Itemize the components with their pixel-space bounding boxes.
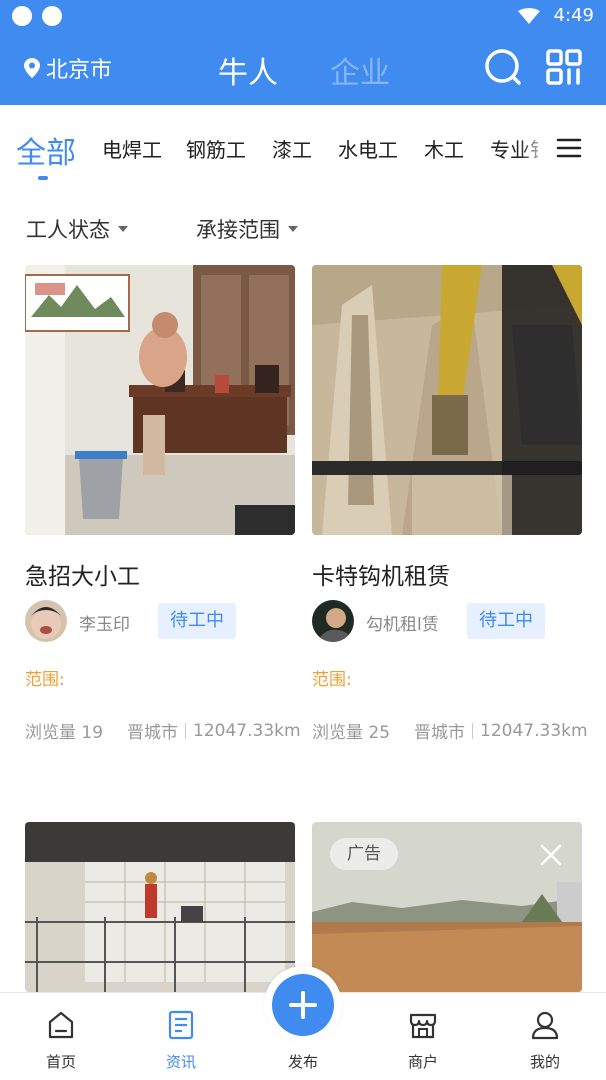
publish-button[interactable]: [272, 974, 334, 1036]
user-name: 勾机租l赁: [366, 615, 439, 635]
worker-status-filter-label: 工人状态: [26, 218, 110, 242]
ad-tag: 广告: [330, 838, 398, 870]
worker-card[interactable]: 卡特钩机租赁 勾机租l赁 待工中 范围: 浏览量 25 晋城市 12047.33…: [312, 265, 588, 745]
user-icon: [531, 1011, 559, 1040]
nav-home-label: 首页: [45, 1053, 76, 1071]
card-meta: 浏览量 25 晋城市 12047.33km: [312, 718, 588, 744]
status-time: 4:49: [553, 5, 594, 26]
status-bar: 4:49: [0, 0, 606, 32]
nav-profile[interactable]: 我的: [500, 993, 590, 1080]
news-icon: [168, 1010, 194, 1040]
card-title: 急招大小工: [25, 564, 140, 590]
view-count: 浏览量 19: [25, 723, 104, 743]
category-menu-icon[interactable]: [556, 136, 582, 160]
store-icon: [409, 1013, 437, 1039]
status-badge: 待工中: [158, 603, 236, 639]
status-badge: 待工中: [467, 603, 545, 639]
top-header: 4:49 北京市 牛人 企业: [0, 0, 606, 105]
avatar: [312, 600, 354, 642]
location-label: 北京市: [46, 58, 113, 83]
close-icon[interactable]: [540, 844, 562, 866]
caret-down-icon: [288, 226, 298, 232]
grid-icon[interactable]: [545, 48, 583, 86]
category-tab-painter[interactable]: 漆工: [272, 134, 312, 163]
nav-profile-label: 我的: [529, 1053, 560, 1071]
active-tab-indicator: [38, 176, 48, 180]
card-title: 卡特钩机租赁: [312, 564, 450, 590]
category-tab-rebar[interactable]: 钢筋工: [186, 134, 246, 163]
service-range-filter[interactable]: 承接范围: [196, 214, 298, 244]
nav-merchants-label: 商户: [407, 1053, 438, 1071]
divider: [185, 722, 187, 739]
home-icon: [48, 1011, 74, 1039]
avatar: [25, 600, 67, 642]
tab-workers[interactable]: 牛人: [218, 48, 278, 92]
range-label: 范围:: [25, 670, 65, 690]
tabs-fade: [520, 130, 550, 166]
worker-photo: [312, 265, 582, 535]
ad-card[interactable]: 广告: [312, 822, 582, 992]
nav-home[interactable]: 首页: [16, 993, 106, 1080]
worker-photo: [25, 265, 295, 535]
tab-companies[interactable]: 企业: [330, 48, 390, 92]
city: 晋城市: [414, 723, 466, 743]
category-tab-carpenter[interactable]: 木工: [424, 134, 464, 163]
notification-dot-icon: [42, 6, 62, 26]
range-label: 范围:: [312, 670, 352, 690]
nav-news-label: 资讯: [165, 1053, 196, 1071]
view-count: 浏览量 25: [312, 723, 391, 743]
nav-news[interactable]: 资讯: [136, 993, 226, 1080]
category-tab-welder[interactable]: 电焊工: [102, 134, 162, 163]
distance: 12047.33km: [193, 720, 301, 741]
category-tab-all[interactable]: 全部: [16, 128, 76, 172]
category-tab-plumber-electrician[interactable]: 水电工: [338, 134, 398, 163]
location-selector[interactable]: 北京市: [24, 52, 112, 84]
category-tabs: 全部 电焊工 钢筋工 漆工 水电工 木工 专业钅: [0, 120, 606, 190]
service-range-filter-label: 承接范围: [196, 218, 280, 242]
worker-card[interactable]: 急招大小工 李玉印 待工中 范围: 浏览量 19 晋城市 12047.33km: [25, 265, 301, 745]
card-meta: 浏览量 19 晋城市 12047.33km: [25, 718, 301, 744]
nav-merchants[interactable]: 商户: [378, 993, 468, 1080]
nav-publish-label: 发布: [287, 1053, 318, 1071]
notification-dot-icon: [12, 6, 32, 26]
search-icon[interactable]: [484, 48, 522, 86]
wifi-icon: [518, 8, 540, 24]
caret-down-icon: [118, 226, 128, 232]
worker-status-filter[interactable]: 工人状态: [26, 214, 128, 244]
user-name: 李玉印: [79, 615, 130, 635]
plus-icon: [289, 991, 317, 1019]
worker-card-photo[interactable]: [25, 822, 295, 992]
city: 晋城市: [127, 723, 179, 743]
location-pin-icon: [24, 58, 40, 78]
divider: [472, 722, 474, 739]
distance: 12047.33km: [480, 720, 588, 741]
